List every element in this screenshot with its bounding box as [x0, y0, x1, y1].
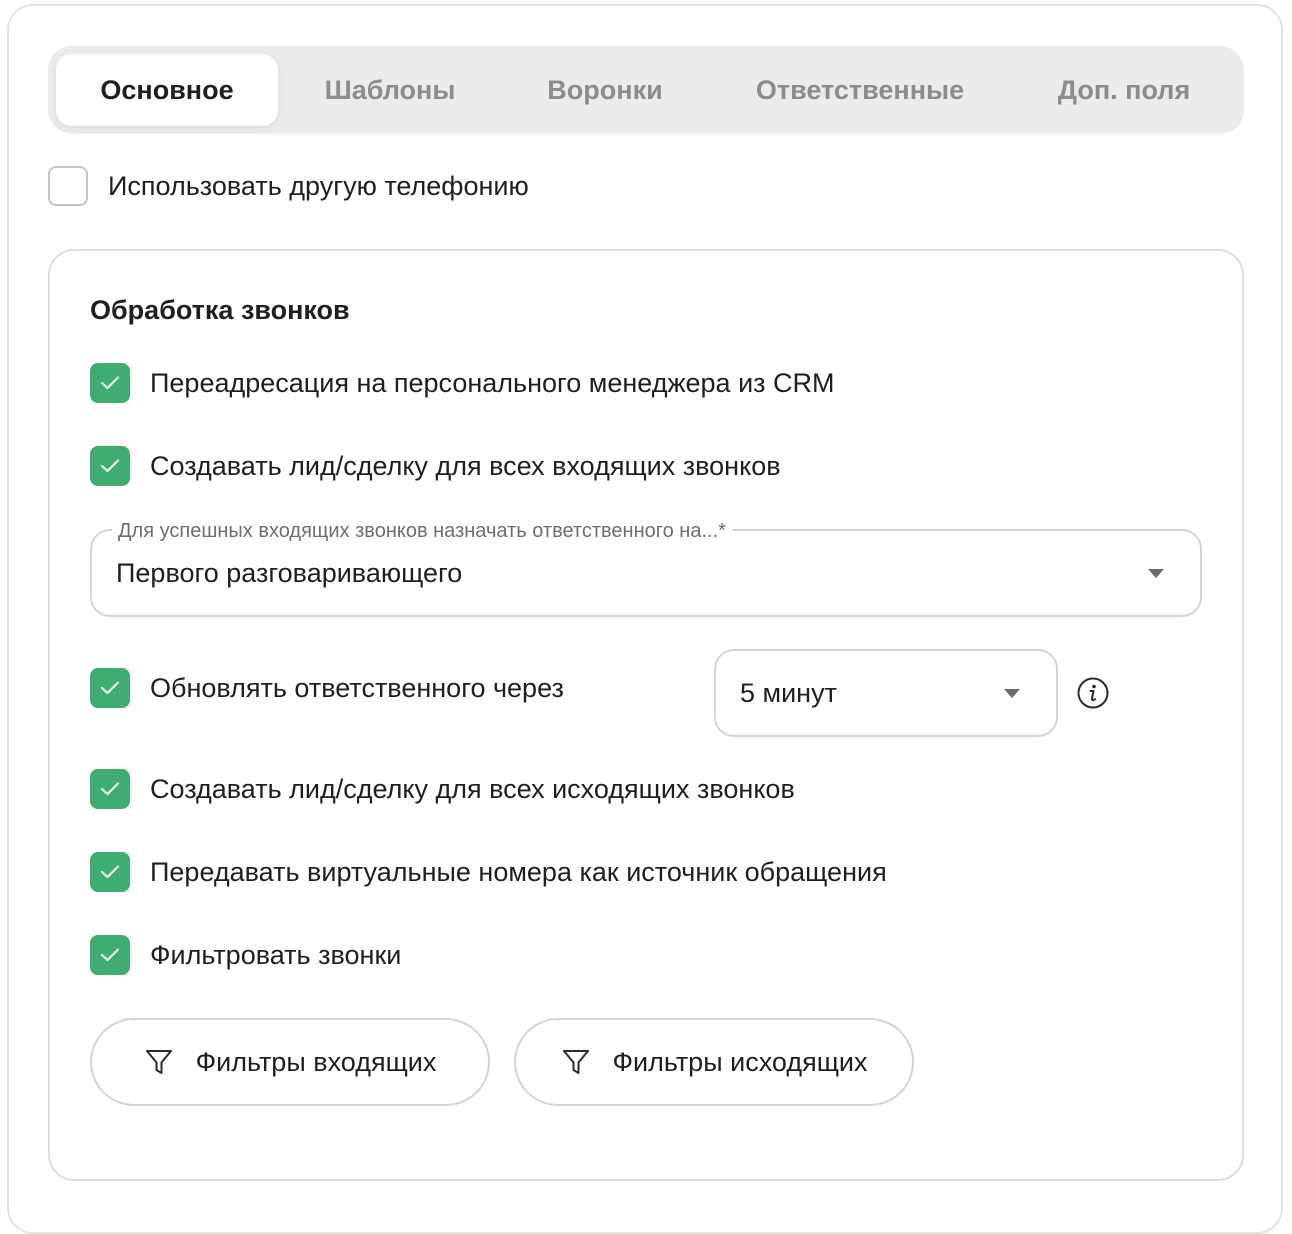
chevron-down-icon[interactable] — [1004, 689, 1020, 698]
update-responsible-label: Обновлять ответственного через — [150, 673, 564, 703]
filter-calls-checkbox[interactable] — [90, 935, 130, 975]
tab-responsible[interactable]: Ответственные — [718, 46, 1002, 134]
assign-responsible-value: Первого разговаривающего — [116, 558, 463, 588]
outgoing-filters-button[interactable]: Фильтры исходящих — [514, 1018, 914, 1106]
filter-calls-label: Фильтровать звонки — [150, 940, 402, 970]
chevron-down-icon[interactable] — [1148, 569, 1164, 578]
checkmark-icon — [101, 948, 119, 961]
checkmark-icon — [101, 376, 119, 389]
filter-icon — [145, 1050, 172, 1074]
info-icon[interactable] — [1077, 677, 1109, 709]
section-title: Обработка звонков — [90, 295, 350, 325]
checkmark-icon — [101, 681, 119, 694]
use-other-telephony-checkbox[interactable] — [48, 166, 88, 206]
filter-icon — [562, 1050, 589, 1074]
tab-bar: Основное Шаблоны Воронки Ответственные Д… — [48, 46, 1244, 134]
outgoing-filters-label: Фильтры исходящих — [612, 1046, 868, 1077]
create-lead-outgoing-label: Создавать лид/сделку для всех исходящих … — [150, 774, 795, 804]
checkmark-icon — [101, 865, 119, 878]
tab-funnels[interactable]: Воронки — [502, 46, 708, 134]
redirect-manager-label: Переадресация на персонального менеджера… — [150, 368, 835, 398]
tab-extra-fields[interactable]: Доп. поля — [1012, 46, 1236, 134]
redirect-manager-checkbox[interactable] — [90, 363, 130, 403]
checkmark-icon — [101, 782, 119, 795]
assign-responsible-label: Для успешных входящих звонков назначать … — [112, 518, 732, 544]
create-lead-incoming-checkbox[interactable] — [90, 446, 130, 486]
incoming-filters-button[interactable]: Фильтры входящих — [90, 1018, 490, 1106]
use-other-telephony-label: Использовать другую телефонию — [108, 171, 529, 201]
checkmark-icon — [101, 459, 119, 472]
pass-virtual-numbers-checkbox[interactable] — [90, 852, 130, 892]
incoming-filters-label: Фильтры входящих — [195, 1046, 437, 1077]
create-lead-outgoing-checkbox[interactable] — [90, 769, 130, 809]
update-responsible-checkbox[interactable] — [90, 668, 130, 708]
tab-main[interactable]: Основное — [56, 54, 278, 126]
create-lead-incoming-label: Создавать лид/сделку для всех входящих з… — [150, 451, 781, 481]
update-interval-value: 5 минут — [740, 678, 837, 708]
pass-virtual-numbers-label: Передавать виртуальные номера как источн… — [150, 857, 887, 887]
tab-templates[interactable]: Шаблоны — [288, 46, 492, 134]
